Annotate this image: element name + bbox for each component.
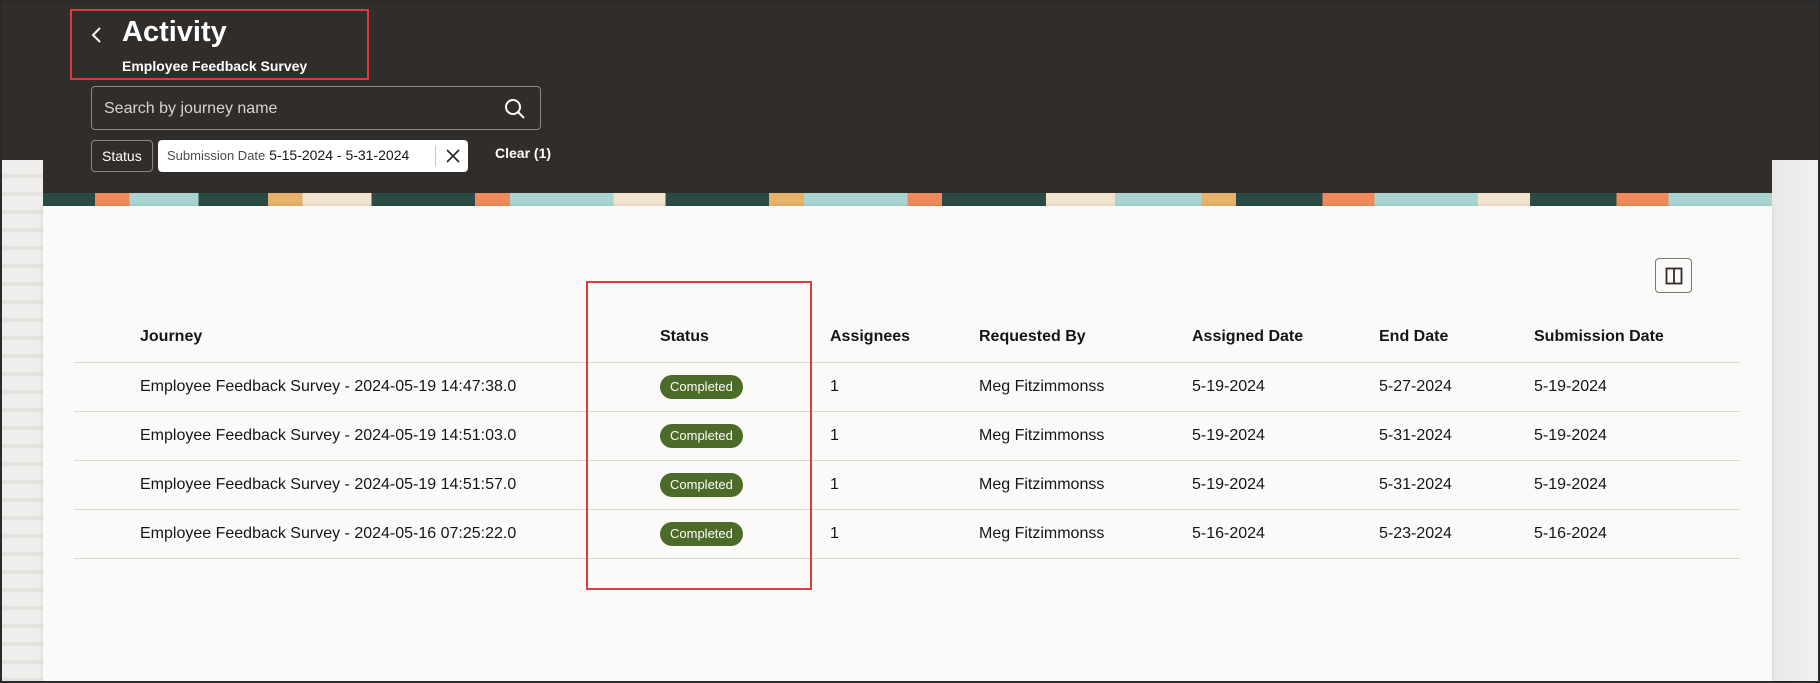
assignees-cell: 1	[830, 362, 979, 412]
clear-filters-button[interactable]: Clear (1)	[495, 145, 551, 161]
column-layout-button[interactable]	[1655, 258, 1692, 293]
search-input[interactable]	[104, 97, 484, 121]
end-date-cell: 5-31-2024	[1379, 411, 1534, 461]
table-row[interactable]: Employee Feedback Survey - 2024-05-16 07…	[74, 509, 1740, 559]
close-icon[interactable]	[444, 147, 462, 165]
split-view-icon	[1665, 267, 1683, 285]
column-header-journey[interactable]: Journey	[140, 313, 660, 363]
submission-date-filter-chip[interactable]: Submission Date 5-15-2024 - 5-31-2024	[158, 140, 468, 172]
column-header-assignees[interactable]: Assignees	[830, 313, 979, 363]
page-background-left	[0, 160, 44, 683]
assignees-cell: 1	[830, 460, 979, 510]
assignees-cell: 1	[830, 411, 979, 461]
submission-date-cell: 5-19-2024	[1534, 460, 1740, 510]
title-highlight-box	[70, 9, 369, 80]
requested-by-cell: Meg Fitzimmonss	[979, 362, 1192, 412]
search-icon[interactable]	[504, 98, 526, 120]
table-header-row: Journey Status Assignees Requested By As…	[74, 313, 1740, 363]
row-spacer	[74, 411, 140, 461]
date-filter-label: Submission Date	[167, 148, 266, 163]
submission-date-cell: 5-16-2024	[1534, 509, 1740, 559]
end-date-cell: 5-23-2024	[1379, 509, 1534, 559]
requested-by-cell: Meg Fitzimmonss	[979, 509, 1192, 559]
requested-by-cell: Meg Fitzimmonss	[979, 460, 1192, 510]
status-column-highlight-box	[586, 281, 812, 590]
column-header-assigned-date[interactable]: Assigned Date	[1192, 313, 1379, 363]
status-filter-chip[interactable]: Status	[91, 140, 153, 172]
decorative-banner	[43, 193, 1772, 206]
row-spacer	[74, 460, 140, 510]
table-row[interactable]: Employee Feedback Survey - 2024-05-19 14…	[74, 362, 1740, 412]
assignees-cell: 1	[830, 509, 979, 559]
spacer-header	[74, 313, 140, 363]
activity-table: Journey Status Assignees Requested By As…	[74, 313, 1740, 559]
submission-date-cell: 5-19-2024	[1534, 411, 1740, 461]
row-spacer	[74, 362, 140, 412]
assigned-date-cell: 5-19-2024	[1192, 362, 1379, 412]
column-header-end-date[interactable]: End Date	[1379, 313, 1534, 363]
journey-cell[interactable]: Employee Feedback Survey - 2024-05-16 07…	[140, 509, 660, 559]
chip-divider	[435, 146, 436, 166]
assigned-date-cell: 5-19-2024	[1192, 411, 1379, 461]
status-filter-label: Status	[102, 148, 142, 164]
column-header-requested-by[interactable]: Requested By	[979, 313, 1192, 363]
table-row[interactable]: Employee Feedback Survey - 2024-05-19 14…	[74, 411, 1740, 461]
end-date-cell: 5-31-2024	[1379, 460, 1534, 510]
assigned-date-cell: 5-19-2024	[1192, 460, 1379, 510]
requested-by-cell: Meg Fitzimmonss	[979, 411, 1192, 461]
assigned-date-cell: 5-16-2024	[1192, 509, 1379, 559]
page-background-right	[1770, 160, 1820, 683]
journey-cell[interactable]: Employee Feedback Survey - 2024-05-19 14…	[140, 362, 660, 412]
date-filter-value: 5-15-2024 - 5-31-2024	[269, 147, 410, 163]
journey-cell[interactable]: Employee Feedback Survey - 2024-05-19 14…	[140, 411, 660, 461]
table-row[interactable]: Employee Feedback Survey - 2024-05-19 14…	[74, 460, 1740, 510]
column-header-submission-date[interactable]: Submission Date	[1534, 313, 1740, 363]
end-date-cell: 5-27-2024	[1379, 362, 1534, 412]
search-field[interactable]	[91, 86, 541, 130]
submission-date-cell: 5-19-2024	[1534, 362, 1740, 412]
journey-cell[interactable]: Employee Feedback Survey - 2024-05-19 14…	[140, 460, 660, 510]
row-spacer	[74, 509, 140, 559]
